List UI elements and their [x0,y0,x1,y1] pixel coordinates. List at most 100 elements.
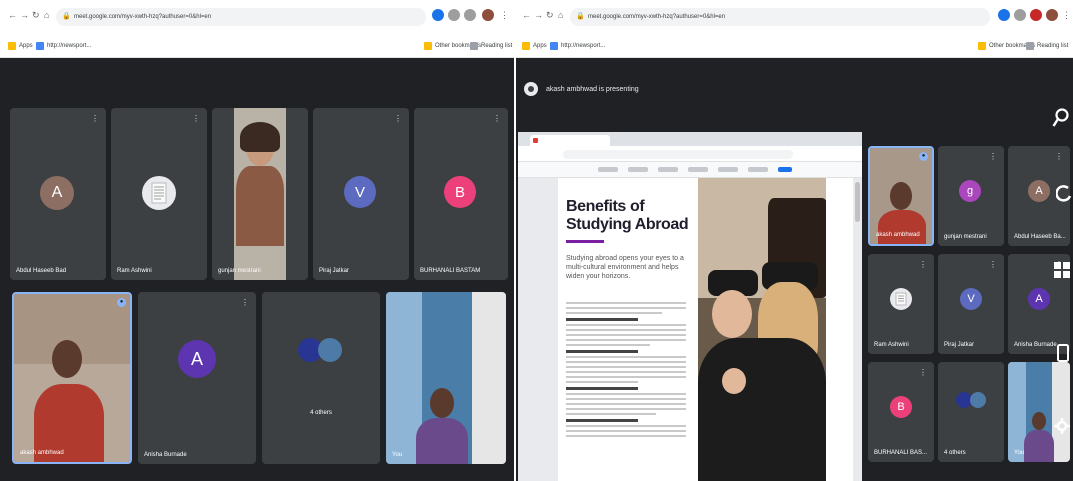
avatar [142,176,176,210]
address-bar[interactable]: 🔒 meet.google.com/myv-xwth-hzq?authuser=… [56,8,426,26]
participant-tile[interactable]: ⋮ V Piraj Jatkar [313,108,409,280]
bookmark-label: http://newsport... [47,43,92,49]
avatar: A [178,340,216,378]
bookmark-link[interactable]: http://newsport... [36,42,91,50]
bookmark-label: Apps [533,43,547,49]
bookmark-label: Apps [19,43,33,49]
participant-tile[interactable]: ⋮ B BURHANALI BASTAM [414,108,508,280]
home-icon[interactable]: ⌂ [44,10,49,20]
participant-video-tile[interactable]: gunjan mestrani [212,108,308,280]
shared-browser-tabs [518,132,862,146]
participant-tile[interactable]: ⋮ g gunjan mestrani [938,146,1004,246]
bookmark-reading-list[interactable]: Reading list [1026,42,1068,50]
back-icon[interactable]: ← [8,10,17,20]
settings-gear-icon[interactable] [1054,418,1070,434]
more-options-icon[interactable]: ⋮ [493,114,501,123]
more-options-icon[interactable]: ⋮ [989,152,997,161]
graduates-photo [698,178,826,481]
participant-video-tile[interactable]: ● akash ambhwad [12,292,132,464]
avatar: B [890,396,912,418]
participant-name: akash ambhwad [876,232,920,238]
others-tile[interactable]: 4 others [262,292,380,464]
address-bar-url: meet.google.com/myv-xwth-hzq?authuser=0&… [588,14,726,20]
bookmark-apps[interactable]: Apps [8,42,33,50]
document-body [566,302,686,440]
others-tile[interactable]: 4 others [938,362,1004,462]
participant-tile[interactable]: ⋮ A Abdul Haseeb Bad [10,108,106,280]
search-icon[interactable] [1052,108,1070,128]
participant-name: gunjan mestrani [218,268,261,274]
more-options-icon[interactable]: ⋮ [919,368,927,377]
self-video-tile[interactable]: You [386,292,506,464]
profile-avatar[interactable] [1046,9,1058,21]
address-bar-url: meet.google.com/myv-xwth-hzq?authuser=0&… [74,14,212,20]
more-options-icon[interactable]: ⋮ [394,114,402,123]
presenting-text: akash ambhwad is presenting [546,85,639,93]
home-icon[interactable]: ⌂ [558,10,563,20]
participant-tile[interactable]: ⋮ Ram Ashwini [111,108,207,280]
participant-name: BURHANALI BAS... [874,450,928,456]
browser-toolbar: ← → ↻ ⌂ 🔒 meet.google.com/myv-xwth-hzq?a… [516,0,1073,36]
more-options-icon[interactable]: ⋮ [989,260,997,269]
avatar [318,338,342,362]
windows-icon[interactable] [1054,262,1070,278]
participant-name: Piraj Jatkar [944,342,975,348]
extension-icon[interactable] [464,9,476,21]
extension-icon[interactable] [432,9,444,21]
participant-tile[interactable]: ⋮ A Anisha Burnade [138,292,256,464]
device-icon[interactable] [1056,344,1070,362]
back-icon[interactable]: ← [522,10,531,20]
extension-icon[interactable] [1014,9,1026,21]
avatar: B [444,176,476,208]
participant-name: akash ambhwad [20,450,64,456]
others-count: 4 others [944,450,966,456]
participant-name: Ram Ashwini [874,342,909,348]
avatar: A [40,176,74,210]
scrollbar[interactable] [855,182,860,222]
pin-icon[interactable]: ● [117,298,126,307]
participant-name: Ram Ashwini [117,268,152,274]
avatar: V [344,176,376,208]
more-options-icon[interactable]: ⋮ [192,114,200,123]
self-video-tile[interactable]: You [1008,362,1070,462]
pdf-page: Benefits of Studying Abroad Studying abr… [558,178,853,481]
participant-tile[interactable]: ⋮ V Piraj Jatkar [938,254,1004,354]
shared-address-bar [563,150,793,159]
participant-video-tile[interactable]: ● akash ambhwad [868,146,934,246]
more-menu-icon[interactable]: ⋮ [500,10,509,21]
more-menu-icon[interactable]: ⋮ [1062,10,1071,21]
more-options-icon[interactable]: ⋮ [919,260,927,269]
more-options-icon[interactable]: ⋮ [241,298,249,307]
participant-tile[interactable]: ⋮ Ram Ashwini [868,254,934,354]
bookmarks-bar: Apps http://newsport... Other bookmarks … [516,36,1073,58]
participant-name: BURHANALI BASTAM [420,268,481,274]
title-underline [566,240,604,243]
more-options-icon[interactable]: ⋮ [91,114,99,123]
forward-icon[interactable]: → [20,10,29,20]
bookmark-apps[interactable]: Apps [522,42,547,50]
participant-name: You [392,452,403,458]
presenting-banner: akash ambhwad is presenting [524,82,639,96]
profile-avatar[interactable] [482,9,494,21]
extension-icon[interactable] [448,9,460,21]
lock-icon: 🔒 [576,13,585,20]
bookmarks-bar: Apps http://newsport... Other bookmarks … [0,36,514,58]
extension-icon[interactable] [1030,9,1042,21]
more-options-icon[interactable]: ⋮ [1055,152,1063,161]
avatar: g [959,180,981,202]
bookmark-reading-list[interactable]: Reading list [470,42,512,50]
reload-icon[interactable]: ↻ [32,10,40,21]
extension-icon[interactable] [998,9,1010,21]
pin-icon[interactable]: ● [919,152,928,161]
participant-name: You [1014,450,1025,456]
bookmark-label: Reading list [481,43,513,49]
meet-grid: ⋮ A Abdul Haseeb Bad ⋮ Ram Ashwini gunja… [0,58,514,481]
refresh-icon[interactable] [1056,184,1072,204]
reload-icon[interactable]: ↻ [546,10,554,21]
bookmark-link[interactable]: http://newsport... [550,42,605,50]
participant-tile[interactable]: ⋮ B BURHANALI BAS... [868,362,934,462]
browser-toolbar: ← → ↻ ⌂ 🔒 meet.google.com/myv-xwth-hzq?a… [0,0,514,36]
lock-icon: 🔒 [62,13,71,20]
address-bar[interactable]: 🔒 meet.google.com/myv-xwth-hzq?authuser=… [570,8,990,26]
forward-icon[interactable]: → [534,10,543,20]
